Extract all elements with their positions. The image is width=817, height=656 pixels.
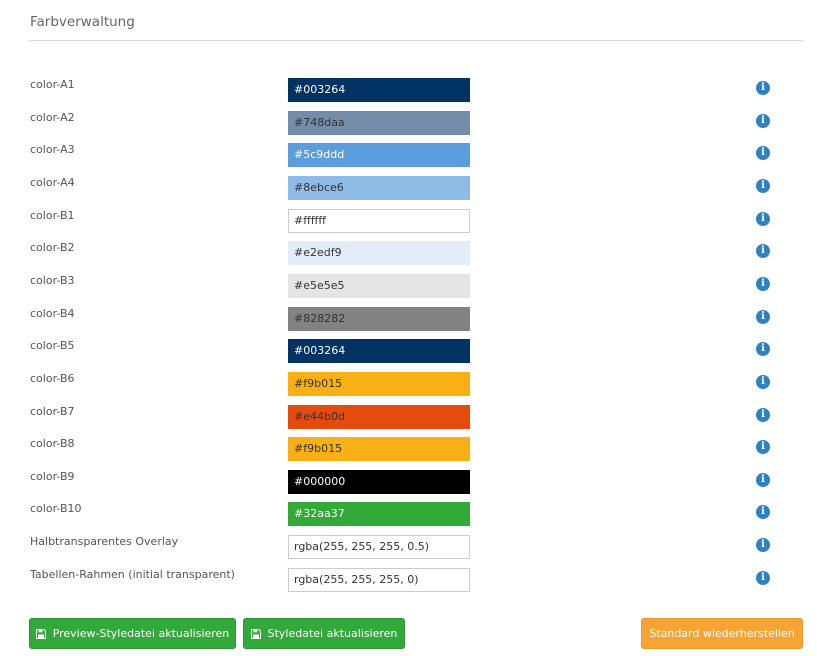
color-value-input[interactable]: #32aa37 (288, 502, 470, 527)
restore-default-button-label: Standard wiederherstellen (649, 627, 795, 640)
color-value-input[interactable]: #748daa (288, 110, 470, 135)
color-row: color-B1 #ffffff i (0, 208, 817, 233)
preview-stylesheet-button[interactable]: Preview-Styledatei aktualisieren (29, 618, 236, 649)
color-label: color-B8 (30, 437, 75, 451)
info-icon[interactable]: i (756, 178, 770, 193)
color-label: color-A2 (30, 110, 75, 124)
color-value-input[interactable]: #ffffff (288, 208, 470, 233)
info-icon[interactable]: i (756, 538, 770, 553)
preview-stylesheet-button-label: Preview-Styledatei aktualisieren (52, 627, 230, 640)
color-label: color-B9 (30, 469, 75, 483)
info-icon[interactable]: i (756, 440, 770, 455)
color-row: Tabellen-Rahmen (initial transparent) rgb… (0, 567, 817, 592)
color-value-input[interactable]: #e44b0d (288, 404, 470, 429)
info-icon[interactable]: i (756, 113, 770, 128)
color-label: Halbtransparentes Overlay (30, 535, 179, 549)
color-row: color-B7 #e44b0d i (0, 404, 817, 429)
info-icon[interactable]: i (756, 146, 770, 161)
color-row: color-B8 #f9b015 i (0, 436, 817, 462)
info-icon[interactable]: i (756, 570, 770, 585)
color-value-input[interactable]: #828282 (288, 306, 470, 331)
page-title: Farbverwaltung (30, 14, 135, 30)
color-label: color-B4 (30, 306, 75, 320)
color-row: color-A3 #5c9ddd i (0, 142, 817, 168)
color-row: color-A2 #748daa i (0, 110, 817, 135)
info-icon[interactable]: i (756, 505, 770, 520)
color-value-input[interactable]: rgba(255, 255, 255, 0) (288, 567, 470, 592)
info-icon[interactable]: i (756, 309, 770, 324)
save-icon (250, 628, 261, 639)
info-icon[interactable]: i (756, 81, 770, 95)
color-label: color-B1 (30, 208, 75, 222)
color-label: color-A3 (30, 143, 75, 157)
update-stylesheet-button-label: Styledatei aktualisieren (267, 627, 398, 640)
color-row: color-B2 #e2edf9 i (0, 240, 817, 266)
color-label: color-B7 (30, 404, 75, 418)
color-row: color-B6 #f9b015 i (0, 371, 817, 396)
color-label: Tabellen-Rahmen (initial transparent) (30, 567, 235, 581)
color-value-input[interactable]: #003264 (288, 78, 470, 102)
info-icon[interactable]: i (756, 472, 770, 487)
color-row: color-B9 #000000 i (0, 469, 817, 494)
color-row: color-B10 #32aa37 i (0, 501, 817, 527)
update-stylesheet-button[interactable]: Styledatei aktualisieren (243, 618, 405, 649)
color-row: color-B4 #828282 i (0, 306, 817, 331)
color-value-input[interactable]: #f9b015 (288, 437, 470, 462)
color-row: color-A4 #8ebce6 i (0, 175, 817, 200)
color-row: color-B3 #e5e5e5 i (0, 273, 817, 298)
color-row: color-B5 #003264 i (0, 338, 817, 364)
info-icon[interactable]: i (756, 342, 770, 357)
color-value-input[interactable]: #8ebce6 (288, 175, 470, 200)
color-value-input[interactable]: #003264 (288, 339, 470, 364)
info-icon[interactable]: i (756, 211, 770, 226)
info-icon[interactable]: i (756, 244, 770, 259)
info-icon[interactable]: i (756, 276, 770, 291)
color-value-input[interactable]: #5c9ddd (288, 143, 470, 168)
color-label: color-A4 (30, 175, 75, 189)
color-value-input[interactable]: #000000 (288, 469, 470, 494)
color-value-input[interactable]: #e2edf9 (288, 241, 470, 266)
color-value-input[interactable]: #f9b015 (288, 371, 470, 396)
color-label: color-B10 (30, 502, 82, 516)
color-label: color-B5 (30, 339, 75, 353)
color-label: color-B2 (30, 241, 75, 255)
info-icon[interactable]: i (756, 407, 770, 422)
title-divider (29, 40, 803, 41)
color-value-input[interactable]: rgba(255, 255, 255, 0.5) (288, 535, 470, 560)
save-icon (35, 628, 46, 639)
color-row: color-A1 #003264 i (0, 77, 817, 102)
color-label: color-A1 (30, 78, 75, 91)
color-label: color-B6 (30, 371, 75, 385)
restore-default-button[interactable]: Standard wiederherstellen (641, 618, 803, 649)
color-label: color-B3 (30, 273, 75, 287)
info-icon[interactable]: i (756, 374, 770, 389)
color-row: Halbtransparentes Overlay rgba(255, 255, … (0, 534, 817, 560)
color-value-input[interactable]: #e5e5e5 (288, 273, 470, 298)
